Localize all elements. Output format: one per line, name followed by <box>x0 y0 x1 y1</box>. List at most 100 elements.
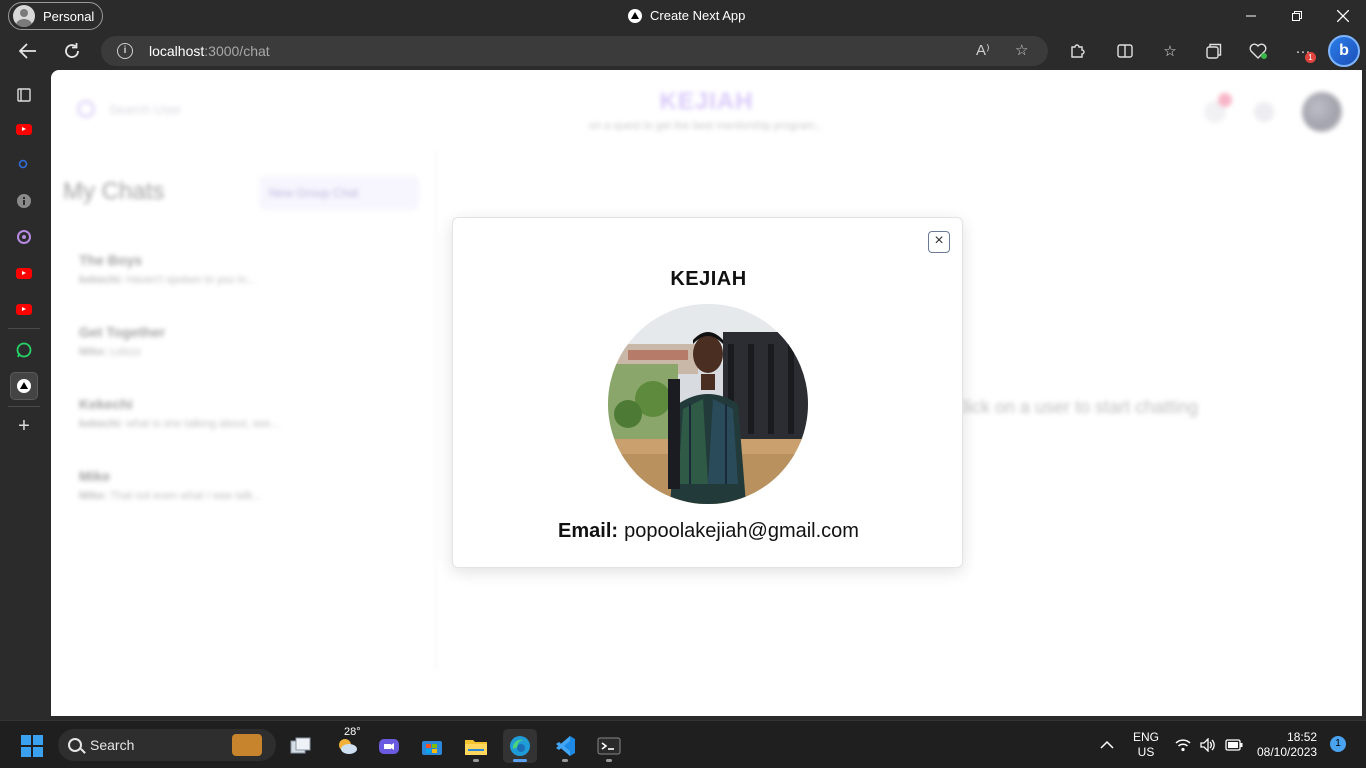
whatsapp-icon <box>16 342 32 358</box>
clock-button[interactable]: 18:52 08/10/2023 <box>1257 721 1317 768</box>
battery-icon <box>1225 739 1243 751</box>
file-explorer-button[interactable] <box>459 729 493 763</box>
chat-preview: Mike: Lolzzz <box>79 346 142 358</box>
weather-widget[interactable]: 28° <box>330 726 364 763</box>
search-highlight-icon <box>232 734 262 756</box>
quick-settings-button[interactable] <box>1175 721 1243 768</box>
search-icon <box>68 738 82 752</box>
chat-list-item[interactable]: Kekechi kekechi: what is she talking abo… <box>79 396 379 430</box>
minimize-button[interactable] <box>1228 0 1274 32</box>
chat-name: The Boys <box>79 252 143 268</box>
sidebar-divider <box>8 328 40 329</box>
back-button[interactable] <box>13 36 43 66</box>
terminal-button[interactable] <box>592 729 626 763</box>
sidebar-info[interactable] <box>10 187 38 215</box>
modal-close-button[interactable]: × <box>928 231 950 253</box>
favorites-button[interactable]: ☆ <box>1155 36 1185 66</box>
sidebar-whatsapp[interactable] <box>10 336 38 364</box>
edge-browser-button[interactable] <box>503 729 537 763</box>
empty-chat-message: Click on a user to start chatting <box>951 397 1199 417</box>
taskbar-search[interactable]: Search <box>58 729 276 761</box>
browser-essentials-button[interactable] <box>1243 36 1273 66</box>
copilot-bing-button[interactable]: b <box>1328 35 1360 67</box>
chat-name: Mike <box>79 468 111 484</box>
collections-button[interactable] <box>1199 36 1229 66</box>
clock-time: 18:52 <box>1287 730 1318 744</box>
vscode-button[interactable] <box>548 729 582 763</box>
active-indicator <box>513 759 527 762</box>
sidebar-divider <box>8 406 40 407</box>
vscode-icon <box>556 736 575 756</box>
refresh-button[interactable] <box>57 36 87 66</box>
url-text[interactable]: localhost:3000/chat <box>149 43 270 59</box>
task-view-button[interactable] <box>284 729 318 763</box>
modal-email: Email: popoolakejiah@gmail.com <box>453 520 964 543</box>
header-avatar[interactable] <box>1302 92 1342 132</box>
read-aloud-icon[interactable]: A⁾ <box>976 41 990 59</box>
taskbar-search-label: Search <box>90 737 135 753</box>
profile-photo <box>608 304 808 504</box>
running-indicator <box>562 759 568 762</box>
weather-temp: 28° <box>344 726 361 738</box>
chat-list-item[interactable]: The Boys kekechi: Haven't spoken to you … <box>79 252 379 286</box>
wifi-icon <box>1175 739 1191 752</box>
browser-toolbar: i localhost:3000/chat A⁾ ☆ ☆ ··· 1 b <box>0 32 1366 70</box>
modal-user-name: KEJIAH <box>670 268 747 290</box>
header-actions <box>1204 92 1342 132</box>
sidebar-nextjs-app[interactable] <box>10 372 38 400</box>
chat-list-item[interactable]: Get Together Mike: Lolzzz <box>79 324 379 358</box>
start-button[interactable] <box>15 729 49 763</box>
tab-actions-icon <box>17 88 31 102</box>
new-group-chat-button[interactable]: New Group Chat <box>259 176 419 210</box>
favorite-star-icon[interactable]: ☆ <box>1015 41 1028 59</box>
profile-button[interactable]: Personal <box>8 2 103 30</box>
favorites-star-icon: ☆ <box>1163 43 1177 60</box>
sidebar-youtube-3[interactable] <box>10 295 38 323</box>
chat-preview: Mike: That not even what I was talk... <box>79 490 262 502</box>
windows-taskbar: Search 28° ENG US 18:52 08/10/2023 1 <box>0 720 1366 768</box>
minimize-icon <box>1246 15 1256 17</box>
app-swirl-icon <box>17 230 31 244</box>
close-window-button[interactable] <box>1320 0 1366 32</box>
my-chats-title: My Chats <box>63 178 165 205</box>
video-chat-icon <box>379 739 399 754</box>
chat-preview: kekechi: what is she talking about, see.… <box>79 418 280 430</box>
tab-actions-button[interactable] <box>10 81 38 109</box>
weather-cloud-icon <box>339 739 357 754</box>
heartbeat-icon <box>1249 43 1267 59</box>
settings-menu-button[interactable]: ··· 1 <box>1288 36 1318 66</box>
chat-list-item[interactable]: Mike Mike: That not even what I was talk… <box>79 468 379 502</box>
split-screen-icon <box>1117 44 1133 58</box>
sidebar-add-button[interactable]: + <box>10 412 38 440</box>
chat-name: Kekechi <box>79 396 133 412</box>
profile-modal: × KEJIAH Email: popoolakejiah@gmail.com <box>452 217 963 568</box>
running-indicator <box>606 759 612 762</box>
notification-badge[interactable]: 1 <box>1330 736 1346 752</box>
collections-icon <box>1206 43 1222 59</box>
back-arrow-icon <box>19 43 36 59</box>
profile-avatar-icon <box>13 5 35 27</box>
edge-icon <box>510 736 530 756</box>
restore-button[interactable] <box>1274 0 1320 32</box>
extensions-button[interactable] <box>1062 36 1092 66</box>
split-screen-button[interactable] <box>1110 36 1140 66</box>
tray-overflow-button[interactable] <box>1100 721 1114 768</box>
input-language-button[interactable]: ENG US <box>1133 721 1159 768</box>
terminal-icon <box>597 737 621 755</box>
notification-bell-icon[interactable] <box>1204 93 1232 123</box>
app-tagline: on a quest to get the best mentorship pr… <box>589 120 824 132</box>
sidebar-youtube-1[interactable] <box>10 115 38 143</box>
sidebar-youtube-2[interactable] <box>10 259 38 287</box>
lang-line-2: US <box>1137 745 1155 759</box>
teams-chat-button[interactable] <box>372 729 406 763</box>
theme-toggle-icon[interactable] <box>1254 102 1274 122</box>
running-indicator <box>473 759 479 762</box>
puzzle-icon <box>1071 44 1085 58</box>
sidebar-copilot-app[interactable] <box>10 223 38 251</box>
window-title: Create Next App <box>628 8 745 23</box>
sidebar-search[interactable] <box>10 151 38 179</box>
clock-date: 08/10/2023 <box>1257 745 1318 759</box>
address-bar[interactable]: i localhost:3000/chat A⁾ ☆ <box>101 36 1048 66</box>
site-info-icon[interactable]: i <box>117 43 133 59</box>
microsoft-store-button[interactable] <box>415 729 449 763</box>
